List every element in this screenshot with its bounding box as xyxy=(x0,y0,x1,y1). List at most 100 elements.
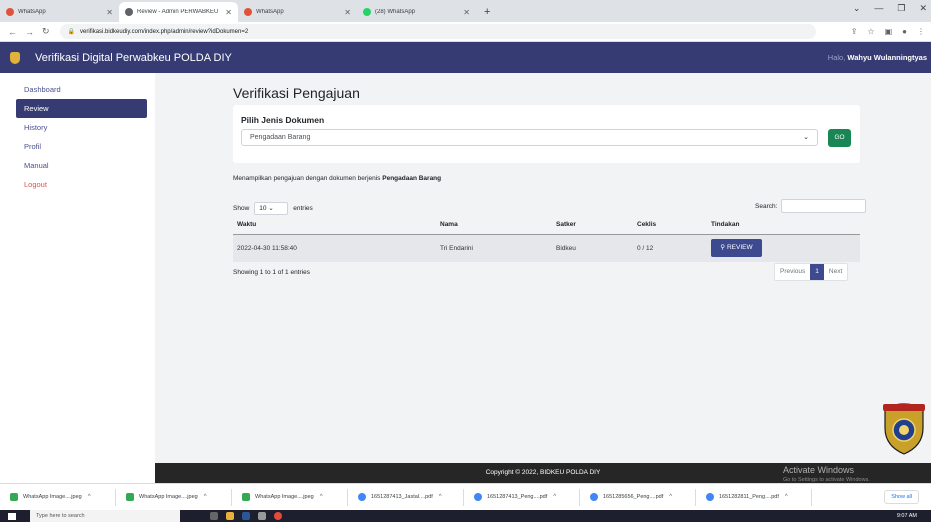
url-text: verifikasi.bidkeudiy.com/index.php/admin… xyxy=(80,28,249,35)
chrome-icon[interactable] xyxy=(274,512,282,520)
download-item[interactable]: WhatsApp Image....jpeg ^ xyxy=(116,488,232,506)
new-tab-icon[interactable]: + xyxy=(476,2,498,22)
close-window-icon[interactable]: ✕ xyxy=(919,3,927,14)
cell-ceklis: 0 / 12 xyxy=(633,234,707,262)
browser-tab[interactable]: WhatsApp ✕ xyxy=(238,2,357,22)
table-row: 2022-04-30 11:58:40 Tri Endarini Bidkeu … xyxy=(233,234,860,262)
chrome-icon xyxy=(590,493,598,501)
show-all-downloads-button[interactable]: Show all xyxy=(884,490,919,504)
browser-tabstrip: WhatsApp ✕ Review - Admin PERWABKEU ✕ Wh… xyxy=(0,0,931,22)
download-item[interactable]: 1651282811_Peng....pdf ^ xyxy=(696,488,812,506)
chrome-icon xyxy=(358,493,366,501)
sidebar-item-manual[interactable]: Manual xyxy=(16,156,147,175)
pagination-previous[interactable]: Previous xyxy=(775,264,810,280)
forward-icon[interactable]: → xyxy=(25,27,34,37)
chevron-up-icon[interactable]: ^ xyxy=(88,494,91,500)
table-info: Showing 1 to 1 of 1 entries xyxy=(233,269,310,276)
sidebar: Dashboard Review History Profil Manual L… xyxy=(0,73,155,463)
entries-label: entries xyxy=(293,205,313,212)
close-icon[interactable]: ✕ xyxy=(225,8,232,17)
activate-title: Activate Windows xyxy=(783,465,855,475)
file-explorer-icon[interactable] xyxy=(226,512,234,520)
chevron-up-icon[interactable]: ^ xyxy=(785,494,788,500)
submission-table: Waktu Nama Satker Ceklis Tindakan 2022-0… xyxy=(233,216,860,262)
word-icon[interactable] xyxy=(242,512,250,520)
col-ceklis[interactable]: Ceklis xyxy=(633,216,707,235)
settings-icon[interactable] xyxy=(258,512,266,520)
download-item[interactable]: WhatsApp Image....jpeg ^ xyxy=(0,488,116,506)
whatsapp-alert-icon xyxy=(6,8,14,16)
doc-type-card: Pilih Jenis Dokumen Pengadaan Barang ⌄ G… xyxy=(233,105,860,163)
taskbar-search-input[interactable]: Type here to search xyxy=(30,510,180,522)
download-item[interactable]: 1651287413_Jastal....pdf ^ xyxy=(348,488,464,506)
chevron-up-icon[interactable]: ^ xyxy=(669,494,672,500)
col-nama[interactable]: Nama xyxy=(436,216,552,235)
taskbar-apps xyxy=(210,512,282,520)
download-item[interactable]: WhatsApp Image....jpeg ^ xyxy=(232,488,348,506)
info-prefix: Menampilkan pengajuan dengan dokumen ber… xyxy=(233,175,381,182)
table-search: Search: xyxy=(755,199,867,213)
sidebar-item-logout[interactable]: Logout xyxy=(16,175,147,194)
menu-icon[interactable]: ⋮ xyxy=(917,27,925,36)
user-name: Wahyu Wulanningtyas xyxy=(847,53,927,62)
search-input[interactable] xyxy=(781,199,867,213)
tab-search-icon[interactable]: ⌄ xyxy=(853,3,861,14)
cell-satker: Bidkeu xyxy=(552,234,633,262)
minimize-icon[interactable]: — xyxy=(874,3,883,14)
star-icon[interactable]: ☆ xyxy=(867,27,874,36)
tab-title: Review - Admin PERWABKEU xyxy=(137,9,219,15)
browser-tab[interactable]: WhatsApp ✕ xyxy=(0,2,119,22)
pagination: Previous 1 Next xyxy=(774,263,849,281)
go-button[interactable]: GO xyxy=(828,129,851,147)
download-name: 1651287413_Peng....pdf xyxy=(487,494,548,500)
chevron-up-icon[interactable]: ^ xyxy=(439,494,442,500)
tab-title: WhatsApp xyxy=(18,9,46,15)
brand-title[interactable]: Verifikasi Digital Perwabkeu POLDA DIY xyxy=(35,52,232,64)
sidebar-item-profil[interactable]: Profil xyxy=(16,137,147,156)
chrome-icon xyxy=(706,493,714,501)
url-input[interactable]: 🔒 verifikasi.bidkeudiy.com/index.php/adm… xyxy=(59,24,816,39)
cell-waktu: 2022-04-30 11:58:40 xyxy=(233,234,436,262)
download-item[interactable]: 1651287413_Peng....pdf ^ xyxy=(464,488,580,506)
close-icon[interactable]: ✕ xyxy=(344,8,351,17)
pagination-page[interactable]: 1 xyxy=(810,264,824,280)
filter-info: Menampilkan pengajuan dengan dokumen ber… xyxy=(233,175,441,182)
col-waktu[interactable]: Waktu xyxy=(233,216,436,235)
review-button[interactable]: ⚲ REVIEW xyxy=(711,239,762,258)
col-satker[interactable]: Satker xyxy=(552,216,633,235)
sidebar-item-history[interactable]: History xyxy=(16,118,147,137)
chevron-up-icon[interactable]: ^ xyxy=(320,494,323,500)
doc-type-select[interactable]: Pengadaan Barang ⌄ xyxy=(241,129,818,146)
pagination-next[interactable]: Next xyxy=(824,264,847,280)
chevron-up-icon[interactable]: ^ xyxy=(204,494,207,500)
whatsapp-alert-icon xyxy=(244,8,252,16)
download-name: 1651282811_Peng....pdf xyxy=(719,494,779,500)
share-icon[interactable]: ⇪ xyxy=(851,27,858,36)
sidebar-item-review[interactable]: Review xyxy=(16,99,147,118)
entries-select[interactable]: 10 ⌄ xyxy=(254,202,289,215)
col-tindakan[interactable]: Tindakan xyxy=(707,216,860,235)
sidepanel-icon[interactable]: ▣ xyxy=(885,27,893,36)
profile-icon[interactable]: ● xyxy=(902,27,907,36)
task-view-icon[interactable] xyxy=(210,512,218,520)
cell-tindakan: ⚲ REVIEW xyxy=(707,234,860,262)
browser-tab[interactable]: (28) WhatsApp ✕ xyxy=(357,2,476,22)
window-controls: ⌄ — ❐ ✕ xyxy=(853,3,927,14)
back-icon[interactable]: ← xyxy=(8,27,17,37)
show-label: Show xyxy=(233,205,250,212)
browser-tab-active[interactable]: Review - Admin PERWABKEU ✕ xyxy=(119,2,238,22)
chevron-down-icon: ⌄ xyxy=(803,134,809,141)
greeting-prefix: Halo, xyxy=(827,53,846,62)
taskbar-clock[interactable]: 9:07 AM xyxy=(897,513,931,519)
chevron-up-icon[interactable]: ^ xyxy=(553,494,556,500)
close-icon[interactable]: ✕ xyxy=(106,8,113,17)
reload-icon[interactable]: ↻ xyxy=(42,26,50,37)
entries-count: 10 xyxy=(259,205,267,212)
close-icon[interactable]: ✕ xyxy=(463,8,470,17)
user-greeting: Halo, Wahyu Wulanningtyas xyxy=(828,53,931,62)
download-name: 1651287413_Jastal....pdf xyxy=(371,494,433,500)
sidebar-item-dashboard[interactable]: Dashboard xyxy=(16,80,147,99)
download-item[interactable]: 1651285656_Peng....pdf ^ xyxy=(580,488,696,506)
windows-start-icon[interactable] xyxy=(8,512,16,520)
maximize-icon[interactable]: ❐ xyxy=(897,3,905,14)
